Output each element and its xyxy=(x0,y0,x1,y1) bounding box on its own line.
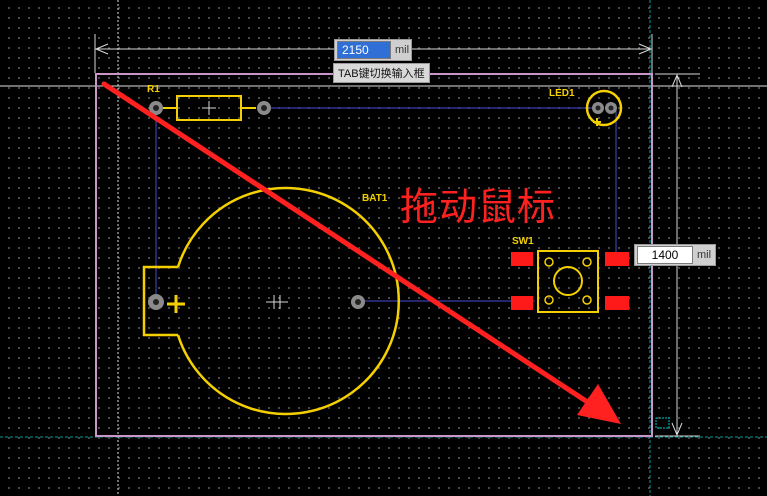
battery-bat1[interactable] xyxy=(142,186,400,416)
pad[interactable] xyxy=(605,252,629,266)
width-input[interactable] xyxy=(337,41,391,59)
tab-hint-tooltip: TAB键切换输入框 xyxy=(333,63,430,83)
pad[interactable] xyxy=(605,296,629,310)
label-bat1: BAT1 xyxy=(362,193,388,204)
drag-arrow xyxy=(101,81,621,424)
height-input[interactable] xyxy=(637,246,693,264)
pad[interactable] xyxy=(511,296,533,310)
drag-mouse-annotation: 拖动鼠标 xyxy=(400,185,557,229)
width-dimension-box: mil xyxy=(334,39,412,61)
led-led1[interactable] xyxy=(585,89,623,127)
pad[interactable] xyxy=(511,252,533,266)
width-unit: mil xyxy=(395,44,410,56)
board-outline[interactable] xyxy=(95,73,653,437)
switch-sw1[interactable] xyxy=(511,250,629,313)
resistor-r1[interactable] xyxy=(149,95,271,121)
height-dimension-box: mil xyxy=(634,244,716,266)
label-r1: R1 xyxy=(147,84,160,95)
height-unit: mil xyxy=(697,249,712,261)
label-led1: LED1 xyxy=(549,88,575,99)
label-sw1: SW1 xyxy=(512,236,534,247)
corner-marker xyxy=(655,417,670,429)
